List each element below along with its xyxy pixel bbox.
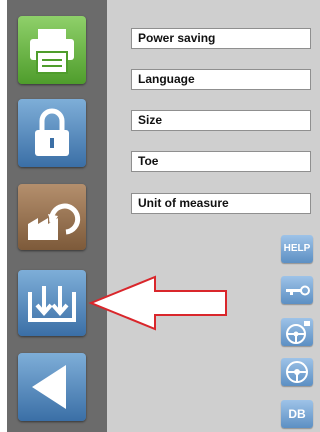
callout-arrow <box>88 275 227 331</box>
